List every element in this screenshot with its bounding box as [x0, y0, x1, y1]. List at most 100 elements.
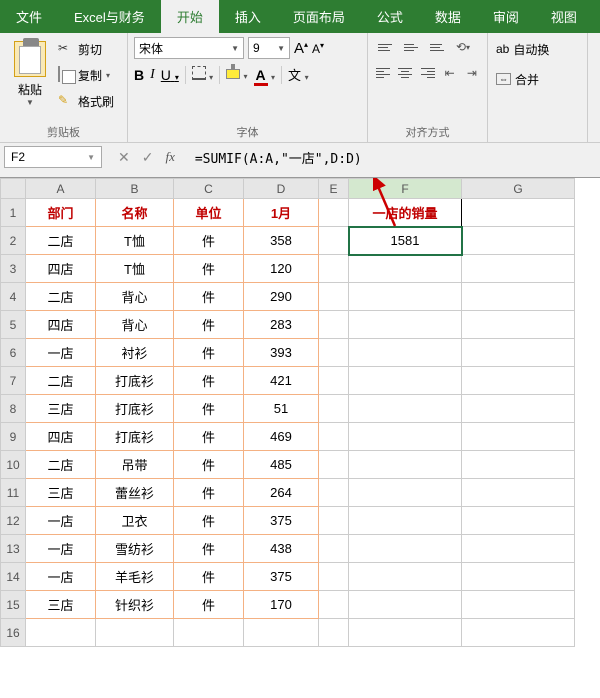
cell-E2[interactable]	[319, 227, 349, 255]
table-row[interactable]: 背心	[96, 311, 174, 339]
table-row[interactable]: 打底衫	[96, 423, 174, 451]
paste-button[interactable]: 粘贴 ▼	[6, 37, 54, 113]
table-row[interactable]: 二店	[26, 367, 96, 395]
table-row[interactable]: 件	[174, 255, 244, 283]
table-row[interactable]: 二店	[26, 227, 96, 255]
table-row[interactable]: 件	[174, 451, 244, 479]
bold-button[interactable]: B	[134, 67, 144, 83]
table-row[interactable]: 四店	[26, 311, 96, 339]
table-row[interactable]: 蕾丝衫	[96, 479, 174, 507]
fx-button[interactable]: fx	[165, 149, 174, 165]
cell-G8[interactable]	[462, 395, 575, 423]
table-row[interactable]: T恤	[96, 255, 174, 283]
increase-font-button[interactable]: A▴	[294, 40, 308, 57]
table-row[interactable]: 438	[244, 535, 319, 563]
cell-G11[interactable]	[462, 479, 575, 507]
phonetic-button[interactable]: 文 ▾	[288, 65, 309, 84]
increase-indent-button[interactable]: ⇥	[463, 63, 481, 83]
cell-G10[interactable]	[462, 451, 575, 479]
tab-data[interactable]: 数据	[419, 0, 477, 33]
cut-button[interactable]: 剪切	[56, 37, 116, 61]
border-button[interactable]: ▾	[192, 66, 213, 83]
cell-G7[interactable]	[462, 367, 575, 395]
empty-cell[interactable]	[244, 619, 319, 647]
table-row[interactable]: 羊毛衫	[96, 563, 174, 591]
empty-cell[interactable]	[462, 619, 575, 647]
cell-F4[interactable]	[349, 283, 462, 311]
row-header-4[interactable]: 4	[1, 283, 26, 311]
cell-G15[interactable]	[462, 591, 575, 619]
italic-button[interactable]: I	[150, 67, 155, 83]
table-row[interactable]: 打底衫	[96, 395, 174, 423]
tab-file[interactable]: 文件	[0, 0, 58, 33]
align-left-button[interactable]	[374, 63, 392, 83]
table-row[interactable]: 背心	[96, 283, 174, 311]
empty-cell[interactable]	[319, 619, 349, 647]
table-row[interactable]: 吊带	[96, 451, 174, 479]
table-row[interactable]: 283	[244, 311, 319, 339]
spreadsheet-grid[interactable]: ABCDEFG1部门名称单位1月一店的销量2二店T恤件35815813四店T恤件…	[0, 178, 600, 647]
cell-E13[interactable]	[319, 535, 349, 563]
cell-E15[interactable]	[319, 591, 349, 619]
table-row[interactable]: 一店	[26, 563, 96, 591]
merge-center-button[interactable]: ⇔ 合并	[494, 67, 581, 91]
cell-F5[interactable]	[349, 311, 462, 339]
row-header-7[interactable]: 7	[1, 367, 26, 395]
table-row[interactable]: 件	[174, 395, 244, 423]
column-header-F[interactable]: F	[349, 179, 462, 199]
table-row[interactable]: 件	[174, 563, 244, 591]
empty-cell[interactable]	[96, 619, 174, 647]
cell-F11[interactable]	[349, 479, 462, 507]
table-row[interactable]: 421	[244, 367, 319, 395]
copy-button[interactable]: 复制 ▾	[56, 63, 116, 87]
table-row[interactable]: 51	[244, 395, 319, 423]
row-header-2[interactable]: 2	[1, 227, 26, 255]
cell-F6[interactable]	[349, 339, 462, 367]
table-row[interactable]: 一店	[26, 339, 96, 367]
cell-G4[interactable]	[462, 283, 575, 311]
cell-G2[interactable]	[462, 227, 575, 255]
align-middle-button[interactable]	[400, 37, 422, 57]
table-row[interactable]: 雪纺衫	[96, 535, 174, 563]
formula-input[interactable]: =SUMIF(A:A,"一店",D:D)	[187, 148, 600, 167]
cell-G9[interactable]	[462, 423, 575, 451]
cell-E9[interactable]	[319, 423, 349, 451]
column-header-B[interactable]: B	[96, 179, 174, 199]
table-row[interactable]: 件	[174, 479, 244, 507]
confirm-formula-button[interactable]: ✓	[142, 149, 154, 166]
row-header-14[interactable]: 14	[1, 563, 26, 591]
table-row[interactable]: 120	[244, 255, 319, 283]
tab-formulas[interactable]: 公式	[361, 0, 419, 33]
table-row[interactable]: 二店	[26, 451, 96, 479]
cell-G12[interactable]	[462, 507, 575, 535]
tab-excel-finance[interactable]: Excel与财务	[58, 0, 161, 33]
row-header-15[interactable]: 15	[1, 591, 26, 619]
row-header-16[interactable]: 16	[1, 619, 26, 647]
column-header-C[interactable]: C	[174, 179, 244, 199]
table-row[interactable]: 469	[244, 423, 319, 451]
row-header-5[interactable]: 5	[1, 311, 26, 339]
table-row[interactable]: 375	[244, 507, 319, 535]
font-color-button[interactable]: A ▾	[254, 67, 275, 83]
table-header-cell[interactable]: 名称	[96, 199, 174, 227]
table-row[interactable]: 打底衫	[96, 367, 174, 395]
cell-E10[interactable]	[319, 451, 349, 479]
format-painter-button[interactable]: 格式刷	[56, 89, 116, 113]
table-row[interactable]: 件	[174, 339, 244, 367]
row-header-8[interactable]: 8	[1, 395, 26, 423]
table-row[interactable]: 件	[174, 311, 244, 339]
cell-E1[interactable]	[319, 199, 349, 227]
underline-button[interactable]: U ▾	[161, 67, 179, 83]
table-row[interactable]: 件	[174, 367, 244, 395]
table-row[interactable]: 件	[174, 283, 244, 311]
font-name-dropdown[interactable]: 宋体 ▼	[134, 37, 244, 59]
table-header-cell[interactable]: 单位	[174, 199, 244, 227]
table-row[interactable]: 264	[244, 479, 319, 507]
table-row[interactable]: 针织衫	[96, 591, 174, 619]
cell-F12[interactable]	[349, 507, 462, 535]
table-row[interactable]: 衬衫	[96, 339, 174, 367]
cell-G6[interactable]	[462, 339, 575, 367]
table-row[interactable]: 一店	[26, 535, 96, 563]
fill-color-button[interactable]: ▾	[226, 68, 247, 82]
table-header-cell[interactable]: 部门	[26, 199, 96, 227]
